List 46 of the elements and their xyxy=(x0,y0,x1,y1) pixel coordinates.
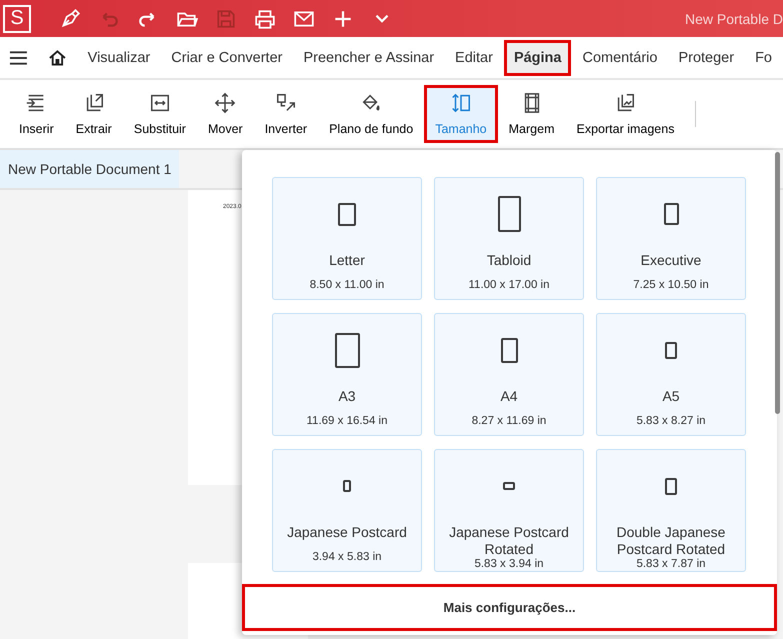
page-size-option[interactable]: Japanese Postcard 3.94 x 5.83 in xyxy=(272,449,422,572)
page-outline-icon xyxy=(665,478,677,494)
page-outline-icon xyxy=(338,202,356,226)
toolbar-button[interactable]: Exportar imagens xyxy=(565,85,686,143)
window-title: New Portable D xyxy=(684,10,783,26)
toolbar-button[interactable]: Substituir xyxy=(122,85,197,143)
toolbar-button[interactable]: Mover xyxy=(196,85,254,143)
menu-tab[interactable]: Página xyxy=(504,40,572,76)
more-settings-button[interactable]: Mais configurações... xyxy=(242,584,777,631)
page-size-option[interactable]: Executive 7.25 x 10.50 in xyxy=(596,177,746,300)
page-outline-icon xyxy=(498,196,520,232)
app-logo: S xyxy=(3,4,31,32)
menu-tab[interactable]: Proteger xyxy=(668,42,744,74)
scrollbar[interactable] xyxy=(775,152,780,414)
menu-tab[interactable]: Preencher e Assinar xyxy=(293,42,444,74)
document-tab[interactable]: New Portable Document 1 xyxy=(0,150,180,188)
toolbar-button[interactable]: Inserir xyxy=(8,85,65,143)
page-size-option[interactable]: Tabloid 11.00 x 17.00 in xyxy=(434,177,584,300)
page-size-icon xyxy=(450,92,472,114)
toolbar-button[interactable]: Margem xyxy=(498,85,566,143)
move-arrows-icon xyxy=(214,92,236,114)
page-size-option[interactable]: A4 8.27 x 11.69 in xyxy=(434,313,584,436)
page-size-option[interactable]: A3 11.69 x 16.54 in xyxy=(272,313,422,436)
menu-tab[interactable]: Fo xyxy=(745,42,782,74)
menu-tab[interactable]: Editar xyxy=(445,42,503,74)
replace-page-icon xyxy=(148,92,171,114)
page-outline-icon xyxy=(343,480,351,492)
menu-tab[interactable]: Criar e Converter xyxy=(161,42,292,74)
page-size-option[interactable]: Japanese Postcard Rotated 5.83 x 3.94 in xyxy=(434,449,584,572)
page-size-option[interactable]: Double Japanese Postcard Rotated 5.83 x 7.87 in xyxy=(596,449,746,572)
pen-icon[interactable] xyxy=(59,8,81,30)
page-outline-icon xyxy=(664,203,678,225)
page-outline-icon xyxy=(500,338,518,362)
page-outline-icon xyxy=(503,482,515,490)
page-size-option[interactable]: Letter 8.50 x 11.00 in xyxy=(272,177,422,300)
home-icon[interactable] xyxy=(48,48,67,68)
menu-tab[interactable]: Visualizar xyxy=(78,42,160,74)
toolbar-button[interactable]: Inverter xyxy=(254,85,318,143)
toolbar-button[interactable]: Plano de fundo xyxy=(318,85,424,143)
page-size-option[interactable]: A5 5.83 x 8.27 in xyxy=(596,313,746,436)
toolbar-button[interactable]: Extrair xyxy=(64,85,123,143)
menu-tab[interactable]: Comentário xyxy=(572,42,668,74)
page-outline-icon xyxy=(665,342,677,358)
page-outline-icon xyxy=(334,332,360,368)
print-icon[interactable] xyxy=(254,8,276,30)
toolbar-button[interactable]: Tamanho xyxy=(424,85,498,143)
